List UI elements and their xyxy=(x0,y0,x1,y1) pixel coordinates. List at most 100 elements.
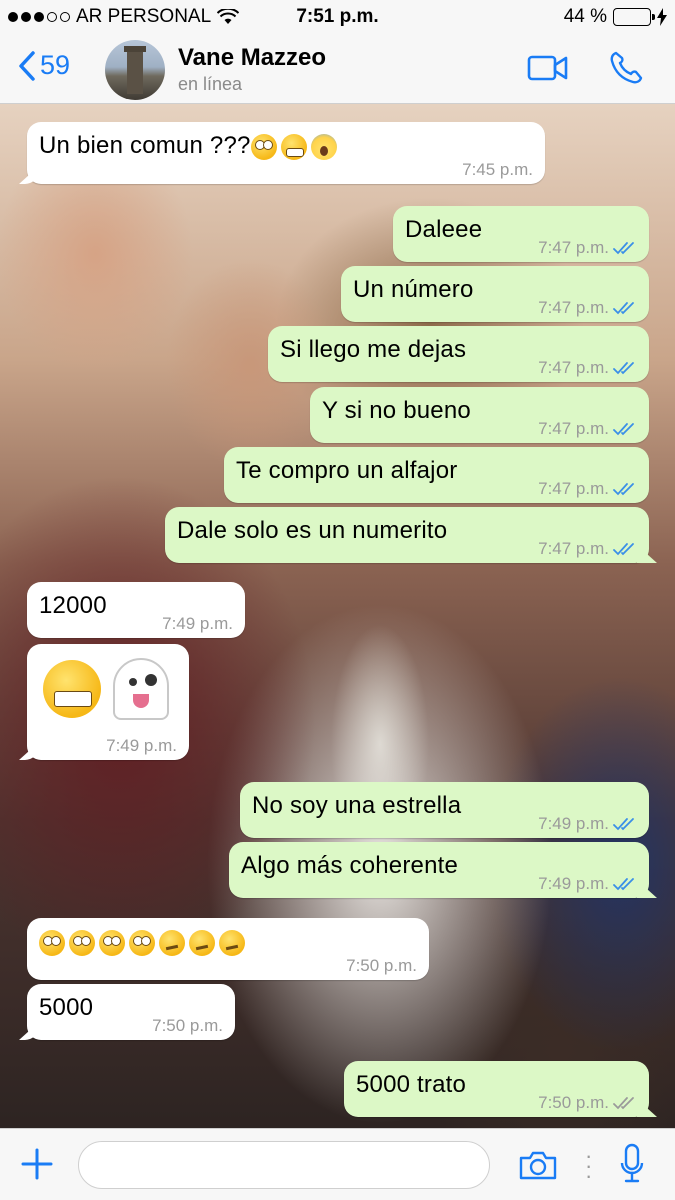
outgoing-message[interactable]: Si llego me dejas 7:47 p.m. xyxy=(268,326,649,382)
outgoing-message[interactable]: Un número 7:47 p.m. xyxy=(341,266,649,322)
chat-area[interactable]: Un bien comun ??? 7:45 p.m. Daleee 7:47 p.m… xyxy=(0,104,675,1128)
plus-icon xyxy=(20,1147,54,1181)
unread-count: 59 xyxy=(40,50,71,80)
message-text xyxy=(39,928,249,956)
message-text: Y si no bueno xyxy=(322,397,471,424)
chevron-left-icon xyxy=(18,50,36,81)
eyes-emoji-icon xyxy=(39,929,65,956)
message-time: 7:49 p.m. xyxy=(538,874,609,893)
think-emoji-icon xyxy=(189,929,215,956)
message-time: 7:50 p.m. xyxy=(152,1016,223,1035)
message-text: Si llego me dejas xyxy=(280,336,467,363)
message-time: 7:50 p.m. xyxy=(346,956,417,975)
message-text xyxy=(43,658,181,720)
message-time: 7:50 p.m. xyxy=(538,1093,609,1112)
message-meta: 7:47 p.m. xyxy=(538,238,637,258)
message-text: No soy una estrella xyxy=(252,792,462,819)
double-check-icon xyxy=(613,362,634,375)
battery-icon xyxy=(613,8,655,26)
outgoing-message[interactable]: Algo más coherente 7:49 p.m. xyxy=(229,842,649,898)
double-check-icon xyxy=(613,483,634,496)
message-input[interactable] xyxy=(78,1141,490,1189)
double-check-icon xyxy=(613,878,634,891)
message-time: 7:47 p.m. xyxy=(538,358,609,377)
incoming-message[interactable]: 12000 7:49 p.m. xyxy=(27,582,245,638)
more-dots-icon: · · · xyxy=(585,1143,593,1188)
camera-button[interactable] xyxy=(518,1149,558,1181)
message-text: Dale solo es un numerito xyxy=(177,517,448,544)
double-check-icon xyxy=(613,423,634,436)
double-check-icon xyxy=(613,543,634,556)
incoming-message[interactable]: Un bien comun ??? 7:45 p.m. xyxy=(27,122,545,184)
eyes-emoji-icon xyxy=(250,133,277,160)
message-meta: 7:47 p.m. xyxy=(538,298,637,318)
outgoing-message[interactable]: No soy una estrella 7:49 p.m. xyxy=(240,782,649,838)
contact-name[interactable]: Vane Mazzeo xyxy=(178,44,326,72)
outgoing-message[interactable]: Daleee 7:47 p.m. xyxy=(393,206,649,262)
message-meta: 7:45 p.m. xyxy=(462,160,533,180)
message-text: Te compro un alfajor xyxy=(236,457,458,484)
microphone-icon xyxy=(620,1143,644,1185)
message-time: 7:47 p.m. xyxy=(538,298,609,317)
video-camera-icon xyxy=(527,54,569,82)
message-meta: 7:47 p.m. xyxy=(538,539,637,559)
outgoing-message[interactable]: 5000 trato 7:50 p.m. xyxy=(344,1061,649,1117)
message-text: Un número xyxy=(353,276,474,303)
eyes-emoji-icon xyxy=(69,929,95,956)
message-meta: 7:47 p.m. xyxy=(538,358,637,378)
grin-emoji-icon xyxy=(280,133,307,160)
think-emoji-icon xyxy=(219,929,245,956)
message-time: 7:49 p.m. xyxy=(538,814,609,833)
message-text: Un bien comun ??? xyxy=(39,132,341,160)
message-meta: 7:47 p.m. xyxy=(538,479,637,499)
think-emoji-icon xyxy=(159,929,185,956)
message-time: 7:49 p.m. xyxy=(106,736,177,755)
voice-call-button[interactable] xyxy=(608,50,644,86)
back-button[interactable]: 59 xyxy=(18,50,70,81)
message-text: 12000 xyxy=(39,592,107,619)
double-check-icon xyxy=(613,302,634,315)
avatar[interactable] xyxy=(105,40,165,100)
message-time: 7:47 p.m. xyxy=(538,238,609,257)
message-text: Algo más coherente xyxy=(241,852,459,879)
bolt-icon xyxy=(657,8,667,26)
outgoing-message[interactable]: Dale solo es un numerito 7:47 p.m. xyxy=(165,507,649,563)
ghost-emoji-icon xyxy=(113,658,169,720)
chat-header: 59 Vane Mazzeo en línea xyxy=(0,36,675,104)
message-input-bar: · · · xyxy=(0,1128,675,1200)
message-meta: 7:50 p.m. xyxy=(152,1016,223,1036)
message-text: 5000 xyxy=(39,994,94,1021)
message-time: 7:47 p.m. xyxy=(538,539,609,558)
message-meta: 7:49 p.m. xyxy=(538,874,637,894)
camera-icon xyxy=(518,1149,558,1181)
status-right: 44 % xyxy=(564,6,667,28)
message-time: 7:49 p.m. xyxy=(162,614,233,633)
battery-percent: 44 % xyxy=(563,6,607,27)
message-time: 7:47 p.m. xyxy=(538,419,609,438)
incoming-message[interactable]: 5000 7:50 p.m. xyxy=(27,984,235,1040)
eyes-emoji-icon xyxy=(129,929,155,956)
video-call-button[interactable] xyxy=(527,54,569,82)
message-meta: 7:50 p.m. xyxy=(346,956,417,976)
message-meta: 7:49 p.m. xyxy=(106,736,177,756)
outgoing-message[interactable]: Te compro un alfajor 7:47 p.m. xyxy=(224,447,649,503)
message-meta: 7:49 p.m. xyxy=(162,614,233,634)
grin-emoji-icon xyxy=(43,660,101,718)
incoming-message[interactable]: 7:50 p.m. xyxy=(27,918,429,980)
attach-button[interactable] xyxy=(20,1147,54,1181)
eyes-emoji-icon xyxy=(99,929,125,956)
message-text: Daleee xyxy=(405,216,483,243)
incoming-message[interactable]: 7:49 p.m. xyxy=(27,644,189,760)
voice-note-button[interactable] xyxy=(620,1143,644,1185)
outgoing-message[interactable]: Y si no bueno 7:47 p.m. xyxy=(310,387,649,443)
phone-icon xyxy=(608,50,644,86)
status-bar: AR PERSONAL 7:51 p.m. 44 % xyxy=(0,0,675,36)
message-time: 7:47 p.m. xyxy=(538,479,609,498)
message-meta: 7:47 p.m. xyxy=(538,419,637,439)
double-check-icon xyxy=(613,818,634,831)
double-check-icon xyxy=(613,242,634,255)
double-check-icon xyxy=(613,1097,634,1110)
contact-status: en línea xyxy=(178,74,243,94)
message-time: 7:45 p.m. xyxy=(462,160,533,179)
message-meta: 7:50 p.m. xyxy=(538,1093,637,1113)
